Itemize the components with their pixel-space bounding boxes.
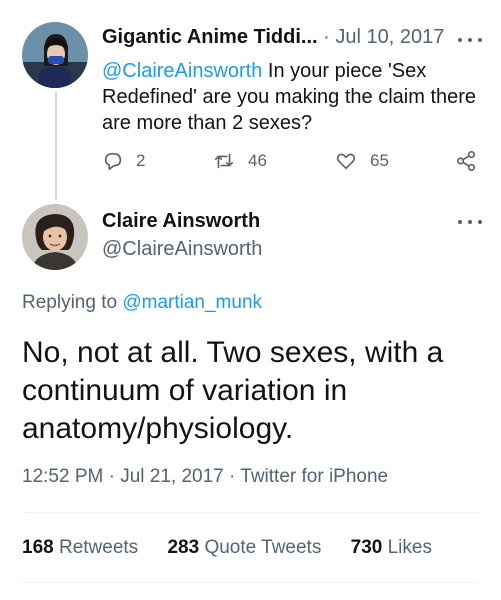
like-icon	[336, 153, 356, 170]
parent-tweet-text: @ClaireAinsworth In your piece 'Sex Rede…	[102, 58, 482, 136]
replying-to-link[interactable]: @martian_munk	[122, 292, 262, 313]
author-handle[interactable]: @ClaireAinsworth	[102, 238, 262, 261]
reply-icon	[104, 152, 122, 171]
parent-date[interactable]: Jul 10, 2017	[335, 26, 444, 48]
parent-mention-link[interactable]: @ClaireAinsworth	[102, 60, 262, 82]
retweet-count: 46	[248, 151, 267, 170]
parent-more-icon[interactable]	[458, 33, 482, 47]
reply-button[interactable]: 2	[102, 150, 145, 172]
retweets-label: Retweets	[58, 537, 139, 558]
retweets-stat[interactable]: 168 Retweets	[22, 537, 138, 559]
thread-connector	[55, 92, 57, 200]
tweet-timestamp[interactable]: 12:52 PM · Jul 21, 2017 · Twitter for iP…	[22, 466, 388, 488]
likes-stat[interactable]: 730 Likes	[351, 537, 432, 559]
divider-top	[22, 512, 479, 513]
divider-bottom	[22, 582, 479, 583]
likes-label: Likes	[387, 537, 432, 558]
author-display-name[interactable]: Claire Ainsworth	[102, 210, 260, 233]
parent-action-bar: 2 46 65	[102, 150, 482, 174]
retweet-button[interactable]: 46	[212, 150, 267, 172]
header-separator: ·	[323, 26, 330, 48]
reply-count: 2	[136, 151, 146, 170]
parent-display-name[interactable]: Gigantic Anime Tiddi...	[102, 26, 318, 48]
parent-avatar[interactable]	[22, 22, 88, 88]
quotes-label: Quote Tweets	[204, 537, 322, 558]
author-avatar[interactable]	[22, 204, 88, 270]
like-button[interactable]: 65	[334, 150, 389, 172]
quote-tweets-stat[interactable]: 283 Quote Tweets	[167, 537, 321, 559]
replying-to-line: Replying to @martian_munk	[22, 292, 262, 314]
main-more-icon[interactable]	[458, 215, 482, 229]
retweet-icon	[214, 153, 234, 169]
parent-tweet-header: Gigantic Anime Tiddi... · Jul 10, 2017	[102, 26, 444, 49]
replying-prefix: Replying to	[22, 292, 118, 313]
retweets-count: 168	[22, 537, 54, 558]
likes-count: 730	[350, 537, 383, 558]
quotes-count: 283	[167, 537, 200, 558]
like-count: 65	[370, 151, 389, 170]
share-icon	[456, 151, 476, 171]
share-button[interactable]	[454, 150, 478, 172]
engagement-stats: 168 Retweets 283 Quote Tweets 730 Likes	[22, 537, 456, 559]
main-tweet-text: No, not at all. Two sexes, with a contin…	[22, 336, 444, 445]
